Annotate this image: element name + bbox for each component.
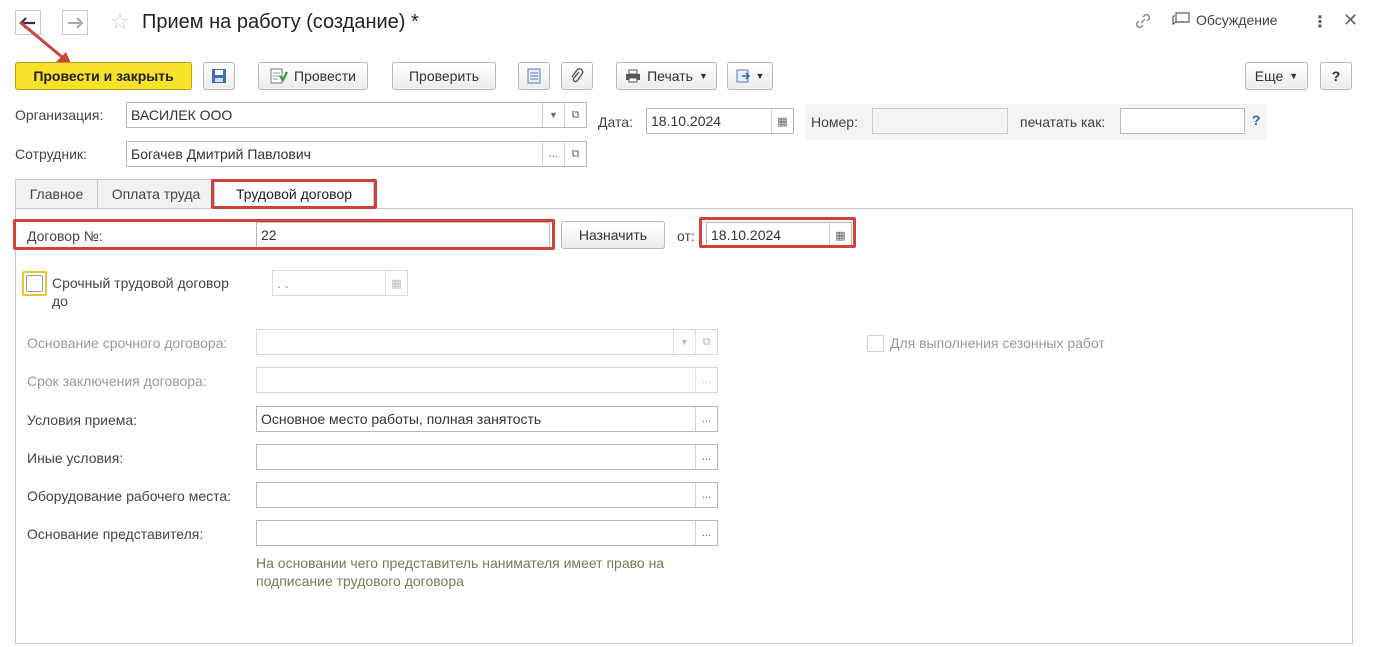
other-conditions-label: Иные условия:: [27, 450, 124, 466]
other-conditions-field[interactable]: ...: [256, 444, 718, 470]
floppy-disk-icon: [212, 69, 226, 83]
post-button[interactable]: Провести: [258, 62, 368, 90]
number-label: Номер:: [811, 114, 858, 130]
fixed-term-label: Срочный трудовой договор: [52, 275, 229, 291]
more-button[interactable]: Еще ▼: [1245, 62, 1308, 90]
fixed-term-checkbox[interactable]: [26, 275, 43, 292]
rep-basis-hint-line1: На основании чего представитель нанимате…: [256, 555, 665, 571]
help-button[interactable]: ?: [1320, 62, 1352, 90]
rep-basis-field[interactable]: ...: [256, 520, 718, 546]
contract-from-label: от:: [677, 228, 695, 244]
equipment-field[interactable]: ...: [256, 482, 718, 508]
post-button-label: Провести: [294, 68, 356, 84]
open-icon[interactable]: ⧉: [564, 142, 586, 166]
term-field[interactable]: ...: [256, 367, 718, 393]
basis-label: Основание срочного договора:: [27, 335, 228, 351]
calendar-icon[interactable]: ▦: [771, 109, 793, 133]
organization-field[interactable]: ВАСИЛЕК ООО ▼ ⧉: [126, 102, 587, 128]
list-document-icon: [527, 68, 541, 84]
rep-basis-hint-line2: подписание трудового договора: [256, 573, 464, 589]
employee-value: Богачев Дмитрий Павлович: [131, 146, 311, 162]
equipment-label: Оборудование рабочего места:: [27, 488, 232, 504]
organization-value: ВАСИЛЕК ООО: [131, 107, 233, 123]
contract-date-field[interactable]: 18.10.2024 ▦: [706, 222, 852, 248]
dropdown-arrow-icon[interactable]: ▼: [542, 103, 564, 127]
contract-number-field[interactable]: 22: [256, 222, 550, 248]
seasonal-checkbox[interactable]: [867, 335, 884, 352]
attach-button[interactable]: [561, 62, 593, 90]
tab-payment[interactable]: Оплата труда: [97, 179, 215, 209]
fixed-term-date-field[interactable]: . . ▦: [272, 270, 408, 296]
select-ellipsis-icon[interactable]: ...: [695, 445, 717, 469]
rep-basis-label: Основание представителя:: [27, 526, 204, 542]
chat-icon: [1172, 12, 1190, 26]
link-icon[interactable]: [1134, 12, 1152, 33]
seasonal-label: Для выполнения сезонных работ: [890, 335, 1105, 351]
date-value: 18.10.2024: [651, 113, 722, 129]
close-icon[interactable]: ✕: [1343, 10, 1358, 31]
more-button-label: Еще: [1254, 68, 1284, 84]
discussion-label: Обсуждение: [1196, 12, 1278, 28]
fixed-term-until-label: до: [52, 293, 68, 309]
printer-icon: [626, 69, 641, 83]
post-and-close-button[interactable]: Провести и закрыть: [15, 62, 192, 90]
calendar-icon[interactable]: ▦: [385, 271, 407, 295]
more-vertical-icon[interactable]: ⋮: [1312, 12, 1328, 32]
favorite-star-icon[interactable]: ☆: [110, 10, 130, 34]
date-field[interactable]: 18.10.2024 ▦: [646, 108, 794, 134]
window-title: Прием на работу (создание) *: [142, 11, 419, 33]
select-ellipsis-icon[interactable]: ...: [695, 483, 717, 507]
dropdown-arrow-icon[interactable]: ▼: [673, 330, 695, 354]
organization-label: Организация:: [15, 107, 104, 123]
paperclip-icon: [571, 68, 584, 83]
print-as-label: печатать как:: [1020, 114, 1106, 130]
select-ellipsis-icon[interactable]: ...: [695, 521, 717, 545]
conditions-label: Условия приема:: [27, 412, 138, 428]
conditions-value: Основное место работы, полная занятость: [261, 411, 542, 427]
print-button-label: Печать: [647, 68, 693, 84]
contract-date-value: 18.10.2024: [711, 227, 782, 243]
select-ellipsis-icon[interactable]: ...: [695, 368, 717, 392]
open-icon[interactable]: ⧉: [695, 330, 717, 354]
discussion-button[interactable]: Обсуждение: [1172, 12, 1278, 28]
contract-number-label: Договор №:: [27, 228, 103, 244]
post-document-icon: [270, 68, 289, 84]
select-ellipsis-icon[interactable]: ...: [542, 142, 564, 166]
term-label: Срок заключения договора:: [27, 373, 207, 389]
rep-basis-hint: На основании чего представитель нанимате…: [256, 554, 664, 590]
assign-button[interactable]: Назначить: [561, 221, 665, 249]
create-based-icon: [736, 69, 750, 83]
conditions-field[interactable]: Основное место работы, полная занятость …: [256, 406, 718, 432]
chevron-down-icon: ▼: [698, 71, 708, 81]
report-button[interactable]: [518, 62, 550, 90]
tab-labor-contract[interactable]: Трудовой договор: [214, 179, 374, 209]
employee-field[interactable]: Богачев Дмитрий Павлович ... ⧉: [126, 141, 587, 167]
date-label: Дата:: [598, 114, 633, 130]
print-as-field[interactable]: [1120, 108, 1245, 134]
help-question-icon[interactable]: ?: [1252, 112, 1261, 128]
chevron-down-icon: ▼: [755, 71, 765, 81]
number-field[interactable]: [872, 108, 1008, 134]
tab-main[interactable]: Главное: [15, 179, 98, 209]
calendar-icon[interactable]: ▦: [829, 223, 851, 247]
basis-field[interactable]: ▼ ⧉: [256, 329, 718, 355]
print-button[interactable]: Печать ▼: [616, 62, 717, 90]
save-button[interactable]: [203, 62, 235, 90]
check-button[interactable]: Проверить: [392, 62, 496, 90]
employee-label: Сотрудник:: [15, 146, 87, 162]
open-icon[interactable]: ⧉: [564, 103, 586, 127]
chevron-down-icon: ▼: [1289, 71, 1299, 81]
select-ellipsis-icon[interactable]: ...: [695, 407, 717, 431]
fixed-term-date-value: . .: [277, 275, 289, 291]
create-based-on-button[interactable]: ▼: [727, 62, 773, 90]
